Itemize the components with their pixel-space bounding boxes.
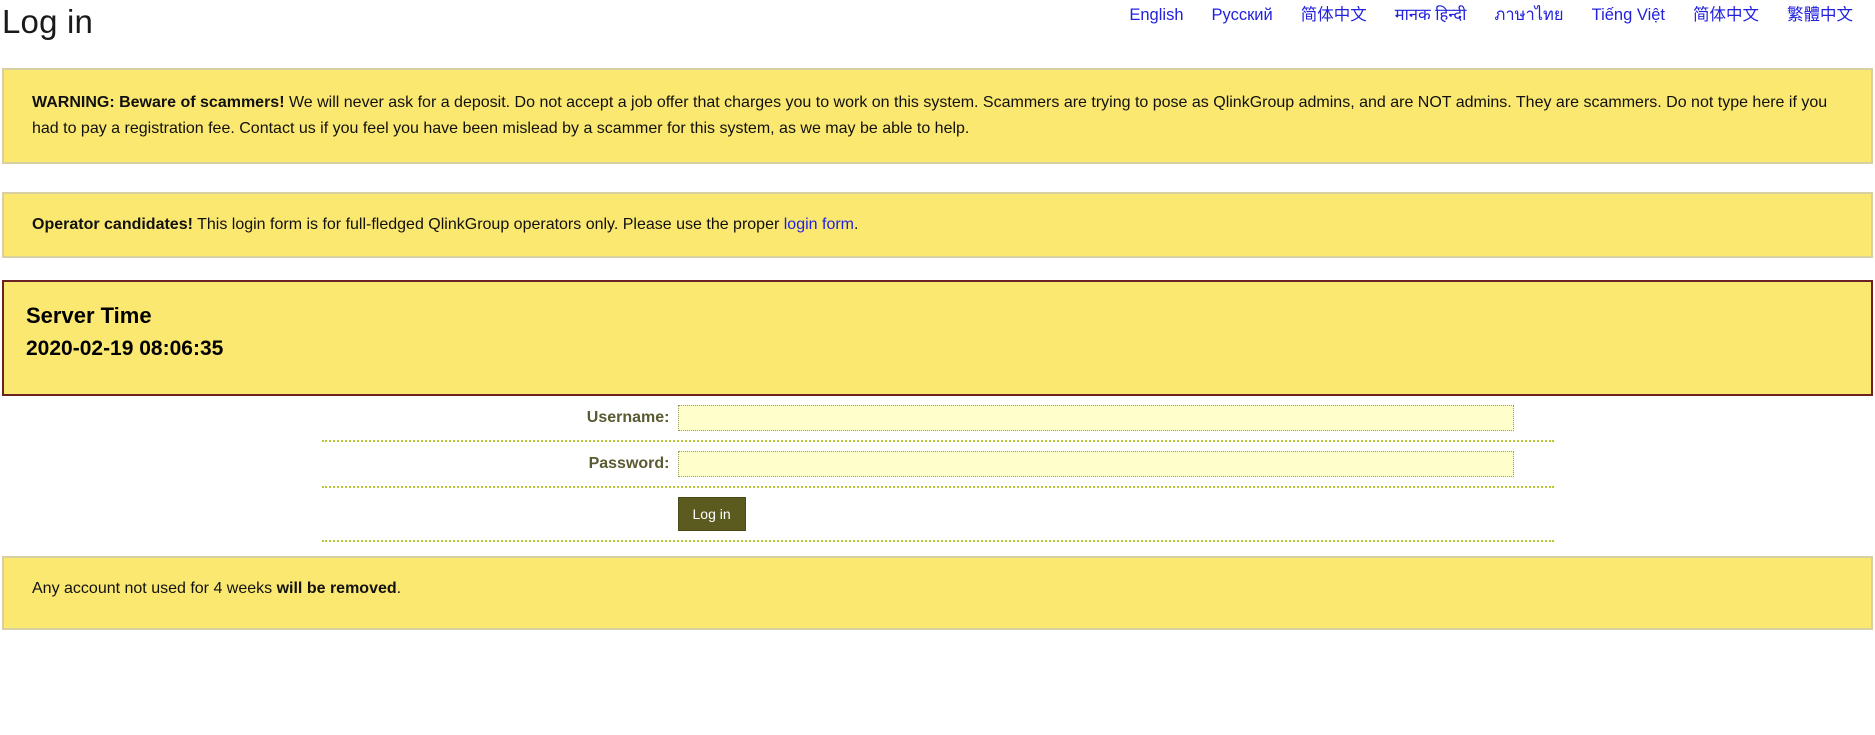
account-removal-bold: will be removed xyxy=(276,580,397,597)
account-removal-text: Any account not used for 4 weeks xyxy=(32,580,277,597)
login-button[interactable]: Log in xyxy=(677,497,746,531)
password-field-wrapper xyxy=(677,451,1554,477)
username-input[interactable] xyxy=(677,405,1514,431)
scammer-warning-notice: WARNING: Beware of scammers! We will nev… xyxy=(2,68,1873,164)
password-row: Password: xyxy=(321,442,1554,488)
operator-notice-body-tail: . xyxy=(854,216,859,233)
lang-link-hindi[interactable]: मानक हिन्दी xyxy=(1381,5,1481,25)
submit-row: Log in xyxy=(321,488,1554,542)
scammer-warning-body: We will never ask for a deposit. Do not … xyxy=(32,94,1828,137)
page-header: Log in English Русский 简体中文 मानक हिन्दी … xyxy=(0,0,1875,46)
operator-notice-body: This login form is for full-fledged Qlin… xyxy=(192,216,784,233)
scammer-warning-lead: WARNING: Beware of scammers! xyxy=(32,94,285,111)
language-switcher: English Русский 简体中文 मानक हिन्दी ภาษาไทย… xyxy=(1115,5,1867,25)
password-label: Password: xyxy=(588,455,670,472)
operator-login-form-link[interactable]: login form xyxy=(784,216,854,233)
password-input[interactable] xyxy=(677,451,1514,477)
account-removal-notice: Any account not used for 4 weeks will be… xyxy=(2,556,1873,630)
account-removal-text-tail: . xyxy=(396,580,402,597)
submit-wrapper: Log in xyxy=(677,497,1554,531)
operator-candidates-notice: Operator candidates! This login form is … xyxy=(2,192,1873,258)
lang-link-simplified-chinese-2[interactable]: 简体中文 xyxy=(1679,5,1773,25)
lang-link-simplified-chinese-1[interactable]: 简体中文 xyxy=(1287,5,1381,25)
server-time-title: Server Time xyxy=(26,303,152,328)
lang-link-vietnamese[interactable]: Tiếng Việt xyxy=(1578,5,1679,25)
lang-link-english[interactable]: English xyxy=(1115,5,1197,25)
lang-link-traditional-chinese[interactable]: 繁體中文 xyxy=(1773,5,1867,25)
login-form: Username: Password: Log in xyxy=(321,396,1554,542)
lang-link-thai[interactable]: ภาษาไทย xyxy=(1480,5,1577,25)
operator-notice-lead: Operator candidates! xyxy=(32,216,193,233)
username-field-wrapper xyxy=(677,405,1554,431)
server-time-panel: Server Time 2020-02-19 08:06:35 xyxy=(2,280,1873,396)
username-label: Username: xyxy=(586,409,670,426)
page-title: Log in xyxy=(2,3,94,40)
username-row: Username: xyxy=(321,396,1554,442)
server-time-value: 2020-02-19 08:06:35 xyxy=(26,337,224,360)
lang-link-russian[interactable]: Русский xyxy=(1198,5,1287,25)
